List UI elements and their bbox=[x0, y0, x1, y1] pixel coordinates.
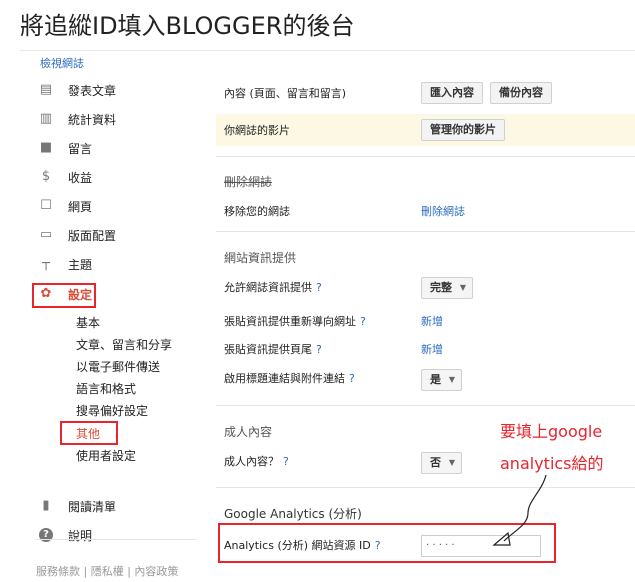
ga-section-title: Google Analytics (分析) bbox=[224, 507, 362, 521]
settings-sub-search[interactable]: 搜尋偏好設定 bbox=[76, 403, 148, 419]
settings-sub-language[interactable]: 語言和格式 bbox=[76, 381, 136, 397]
feed-footer-label: 張貼資訊提供頁尾? bbox=[224, 343, 322, 356]
layout-icon: ▭ bbox=[39, 227, 53, 242]
reading-list-icon: ▮ bbox=[42, 498, 50, 513]
adult-label: 成人內容？? bbox=[224, 455, 289, 468]
sidebar-item-theme[interactable]: ┬ 主題 bbox=[20, 255, 205, 275]
import-content-button[interactable]: 匯入內容 bbox=[421, 82, 483, 104]
delete-blog-link[interactable]: 刪除網誌 bbox=[421, 203, 465, 219]
sidebar-item-label: 閱讀清單 bbox=[68, 500, 117, 514]
earnings-icon: $ bbox=[41, 169, 51, 184]
help-question-icon[interactable]: ? bbox=[349, 372, 355, 385]
section-divider bbox=[216, 231, 635, 232]
help-question-icon[interactable]: ? bbox=[316, 343, 322, 356]
sidebar-item-help[interactable]: ? 說明 bbox=[20, 526, 205, 546]
adult-dropdown[interactable]: 否 ▼ bbox=[421, 452, 462, 474]
enclosure-dropdown[interactable]: 是 ▼ bbox=[421, 369, 462, 391]
settings-highlight-box bbox=[32, 283, 96, 308]
annotation-arrow-icon bbox=[492, 474, 547, 546]
allow-feed-dropdown[interactable]: 完整 ▼ bbox=[421, 277, 473, 299]
enclosure-label: 啟用標題連結與附件連結? bbox=[224, 372, 355, 385]
sidebar-item-label: 統計資料 bbox=[68, 113, 117, 127]
sidebar-item-label: 留言 bbox=[68, 142, 93, 156]
allow-feed-value: 完整 bbox=[430, 281, 452, 294]
theme-icon: ┬ bbox=[42, 256, 50, 271]
help-question-icon[interactable]: ? bbox=[360, 315, 366, 328]
adult-value: 否 bbox=[430, 456, 441, 469]
chevron-down-icon: ▼ bbox=[459, 283, 466, 292]
manage-videos-button[interactable]: 管理你的影片 bbox=[421, 119, 505, 141]
settings-sub-users[interactable]: 使用者設定 bbox=[76, 448, 136, 464]
feed-section-title: 網站資訊提供 bbox=[224, 251, 297, 265]
posts-icon: ▤ bbox=[39, 82, 53, 97]
redirect-add-link[interactable]: 新增 bbox=[421, 313, 443, 329]
section-divider bbox=[216, 156, 635, 157]
sidebar-item-label: 版面配置 bbox=[68, 229, 117, 243]
page-title: 將追縱ID填入BLOGGER的後台 bbox=[20, 12, 355, 40]
sidebar-item-reading-list[interactable]: ▮ 閱讀清單 bbox=[20, 497, 205, 517]
allow-feed-label: 允許網誌資訊提供? bbox=[224, 281, 322, 294]
view-blog-link[interactable]: 檢視網誌 bbox=[40, 55, 84, 71]
sidebar-item-label: 主題 bbox=[68, 258, 93, 272]
feed-footer-add-link[interactable]: 新增 bbox=[421, 341, 443, 357]
sidebar-item-earnings[interactable]: $ 收益 bbox=[20, 168, 205, 188]
annotation-line-1: 要填上google bbox=[500, 422, 603, 441]
help-question-icon[interactable]: ? bbox=[316, 281, 322, 294]
sidebar-item-comments[interactable]: ■ 留言 bbox=[20, 139, 205, 159]
sidebar-item-pages[interactable]: ☐ 網頁 bbox=[20, 197, 205, 217]
enclosure-value: 是 bbox=[430, 373, 441, 386]
sidebar-item-label: 收益 bbox=[68, 171, 93, 185]
settings-content: 內容 (頁面、留言和留言) 匯入內容 備份內容 你網誌的影片 管理你的影片 刪除… bbox=[216, 51, 635, 582]
sidebar-divider bbox=[36, 539, 196, 540]
adult-section-title: 成人內容 bbox=[224, 425, 273, 439]
sidebar-item-label: 發表文章 bbox=[68, 84, 117, 98]
help-question-icon[interactable]: ? bbox=[283, 455, 289, 468]
comments-icon: ■ bbox=[39, 140, 53, 155]
sidebar-item-posts[interactable]: ▤ 發表文章 bbox=[20, 81, 205, 101]
blogger-settings-frame: 檢視網誌 ▤ 發表文章 ▥ 統計資料 ■ 留言 $ 收益 ☐ 網頁 ▭ 版面配置… bbox=[20, 50, 635, 582]
sidebar-item-layout[interactable]: ▭ 版面配置 bbox=[20, 226, 205, 246]
settings-sub-email[interactable]: 以電子郵件傳送 bbox=[76, 359, 160, 375]
chevron-down-icon: ▼ bbox=[448, 375, 455, 384]
redirect-label: 張貼資訊提供重新導向網址? bbox=[224, 315, 366, 328]
settings-sub-posts-comments[interactable]: 文章、留言和分享 bbox=[76, 337, 172, 353]
backup-content-button[interactable]: 備份內容 bbox=[490, 82, 552, 104]
content-row-label: 內容 (頁面、留言和留言) bbox=[224, 87, 347, 100]
other-highlight-box bbox=[60, 421, 118, 445]
delete-section-title: 刪除網誌 bbox=[224, 175, 273, 189]
pages-icon: ☐ bbox=[40, 198, 52, 213]
section-divider bbox=[216, 405, 635, 406]
stats-icon: ▥ bbox=[39, 111, 53, 126]
footer-links[interactable]: 服務條款 | 隱私權 | 內容政策 bbox=[36, 563, 178, 579]
sidebar: 檢視網誌 ▤ 發表文章 ▥ 統計資料 ■ 留言 $ 收益 ☐ 網頁 ▭ 版面配置… bbox=[20, 51, 205, 582]
sidebar-item-label: 說明 bbox=[68, 529, 93, 543]
section-divider bbox=[216, 487, 635, 488]
delete-row-label: 移除您的網誌 bbox=[224, 205, 290, 218]
settings-sub-basic[interactable]: 基本 bbox=[76, 315, 100, 331]
videos-row-label: 你網誌的影片 bbox=[224, 124, 290, 137]
sidebar-item-stats[interactable]: ▥ 統計資料 bbox=[20, 110, 205, 130]
sidebar-item-label: 網頁 bbox=[68, 200, 93, 214]
chevron-down-icon: ▼ bbox=[448, 458, 455, 467]
